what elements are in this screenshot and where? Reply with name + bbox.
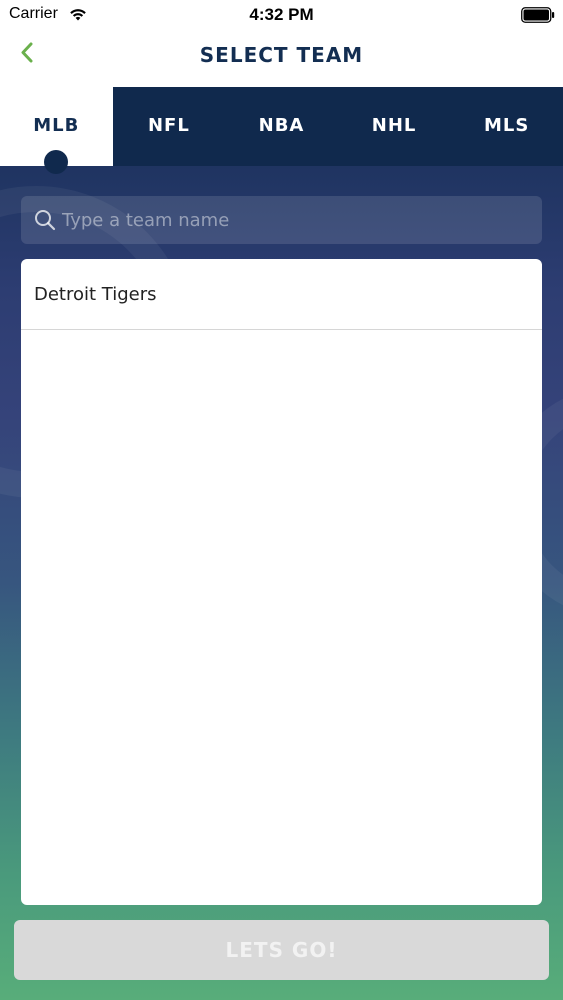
nav-bar: SELECT TEAM xyxy=(0,30,563,87)
tab-nfl[interactable]: NFL xyxy=(113,87,226,166)
status-time: 4:32 PM xyxy=(249,5,314,24)
tab-nhl[interactable]: NHL xyxy=(338,87,451,166)
search-box xyxy=(21,196,542,244)
tab-nba[interactable]: NBA xyxy=(225,87,338,166)
search-icon xyxy=(35,210,56,231)
active-tab-indicator xyxy=(44,150,68,174)
tab-label: MLS xyxy=(483,115,530,136)
tab-label: MLB xyxy=(33,115,80,136)
page-title: SELECT TEAM xyxy=(199,43,364,67)
status-bar: Carrier 4:32 PM xyxy=(0,0,563,30)
tab-label: NBA xyxy=(258,115,305,136)
tab-mls[interactable]: MLS xyxy=(450,87,563,166)
team-list-item[interactable]: Detroit Tigers xyxy=(21,259,542,330)
battery-icon xyxy=(521,7,555,23)
lets-go-button[interactable]: LETS GO! xyxy=(14,920,549,980)
tab-label: NHL xyxy=(371,115,417,136)
search-input[interactable] xyxy=(62,196,532,244)
tab-label: NFL xyxy=(147,115,190,136)
league-tabs: MLB NFL NBA NHL MLS xyxy=(0,87,563,174)
team-list: Detroit Tigers xyxy=(21,259,542,905)
select-team-screen: Carrier 4:32 PM SELECT TEAM MLB NFL NBA xyxy=(0,0,563,1000)
